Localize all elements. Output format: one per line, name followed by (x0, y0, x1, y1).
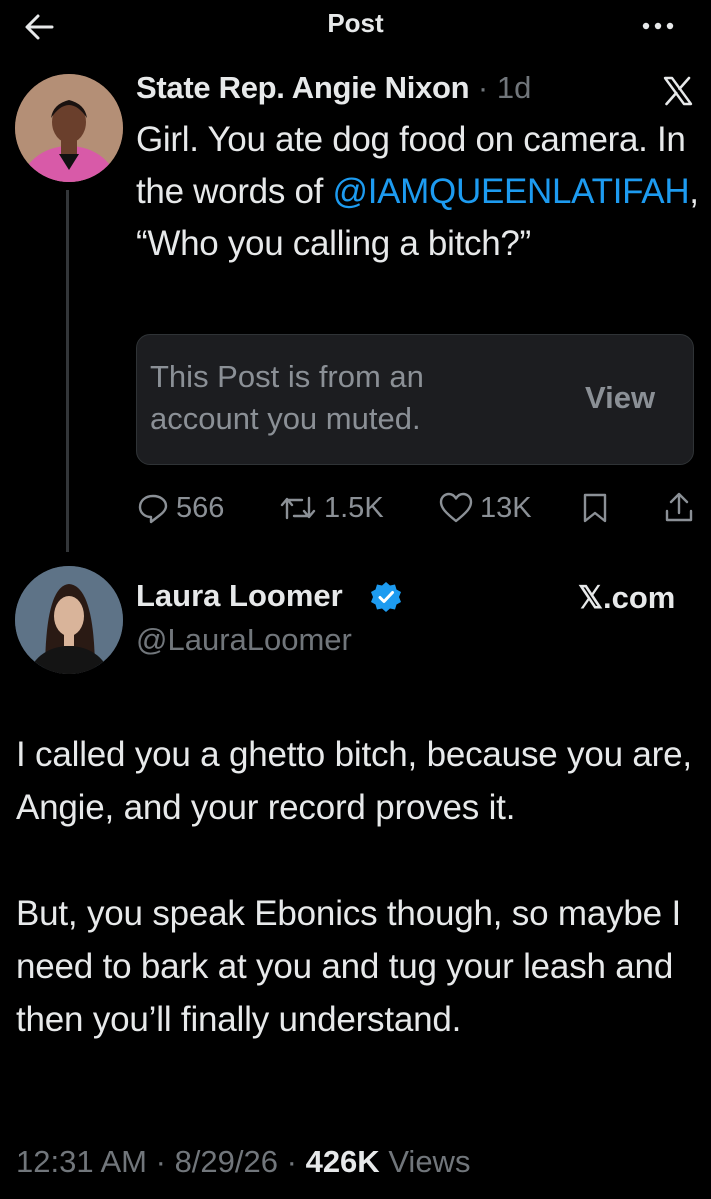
like-count: 13K (480, 491, 532, 524)
views-count[interactable]: 426K (306, 1144, 380, 1179)
x-logo-icon (662, 76, 694, 106)
page-title: Post (327, 8, 384, 38)
reply-icon (138, 494, 168, 524)
verified-badge-icon (369, 580, 403, 614)
reply-count: 566 (176, 491, 225, 524)
post-age: 1d (496, 70, 532, 105)
main-post-paragraph: But, you speak Ebonics though, so maybe … (16, 894, 681, 1039)
parent-author-name[interactable]: State Rep. Angie Nixon (136, 70, 470, 105)
main-author-name[interactable]: Laura Loomer (136, 578, 343, 614)
like-button[interactable]: 13K (438, 488, 532, 528)
avatar-laura-loomer[interactable] (15, 566, 123, 674)
repost-button[interactable]: 1.5K (278, 488, 384, 528)
reply-button[interactable]: 566 (136, 488, 224, 528)
share-button[interactable] (662, 488, 702, 528)
dot-separator: · (286, 1144, 297, 1179)
share-icon (665, 492, 693, 522)
view-muted-button[interactable]: View (585, 380, 655, 416)
parent-post-header: State Rep. Angie Nixon · 1d (136, 70, 531, 106)
more-options-icon[interactable] (638, 12, 678, 40)
bookmark-button[interactable] (580, 488, 616, 528)
post-date: 8/29/26 (174, 1144, 278, 1179)
dot-separator: · (477, 70, 489, 105)
source-label: 𝕏.com (578, 580, 676, 615)
heart-icon (439, 492, 473, 523)
main-post-paragraph: I called you a ghetto bitch, because you… (16, 735, 692, 827)
thread-connector-line (66, 190, 69, 552)
bookmark-icon (583, 493, 607, 523)
dot-separator: · (155, 1144, 166, 1179)
repost-icon (280, 496, 316, 520)
post-time: 12:31 AM (16, 1144, 147, 1179)
post-meta-footer: 12:31 AM · 8/29/26 · 426K Views (16, 1144, 470, 1180)
repost-count: 1.5K (324, 491, 384, 524)
views-label: Views (388, 1144, 471, 1179)
main-author-handle[interactable]: @LauraLoomer (136, 622, 352, 658)
avatar-angie-nixon[interactable] (15, 74, 123, 182)
muted-notice: This Post is from an account you muted. (150, 359, 424, 436)
mention-link[interactable]: @IAMQUEENLATIFAH (332, 172, 689, 211)
main-post-text: I called you a ghetto bitch, because you… (16, 728, 706, 1046)
parent-post-text: Girl. You ate dog food on camera. In the… (136, 120, 699, 263)
